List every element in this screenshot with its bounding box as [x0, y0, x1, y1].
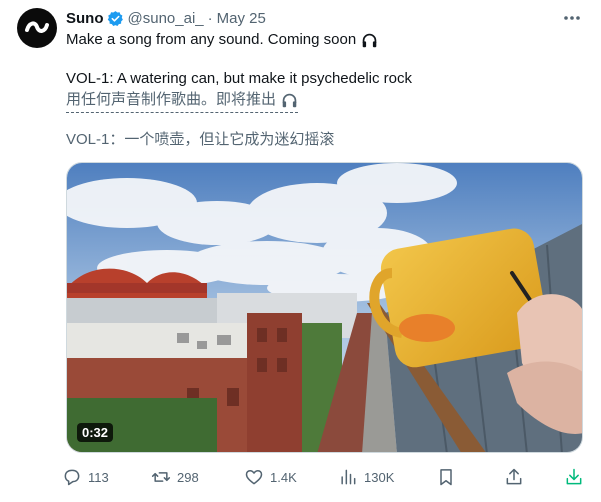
- reply-count: 113: [88, 469, 109, 485]
- more-icon: [564, 16, 580, 20]
- tweet-text-2: VOL-1: A watering can, but make it psych…: [66, 70, 413, 87]
- like-count: 1.4K: [270, 469, 297, 485]
- headphones-icon: [361, 32, 378, 49]
- translation-text-2: VOL-1：一个喷壶，但让它成为迷幻摇滚: [66, 131, 335, 148]
- suno-logo-icon: [25, 21, 49, 33]
- download-icon: [566, 468, 582, 485]
- author-handle[interactable]: @suno_ai_: [128, 10, 204, 27]
- views-icon: [341, 469, 356, 485]
- author-name[interactable]: Suno: [66, 10, 104, 27]
- bookmark-button[interactable]: [436, 463, 456, 491]
- tweet-text-1: Make a song from any sound. Coming soon: [66, 31, 357, 48]
- video-duration: 0:32: [77, 423, 114, 442]
- like-icon: [245, 470, 263, 485]
- view-count: 130K: [364, 469, 395, 485]
- retweet-count: 298: [177, 469, 199, 485]
- action-bar: 113 298 1.4K 130K: [62, 463, 588, 491]
- share-icon: [506, 468, 522, 485]
- tweet-date[interactable]: May 25: [217, 10, 266, 27]
- headphones-icon: [281, 92, 298, 109]
- video-thumbnail: [67, 163, 582, 452]
- like-button[interactable]: 1.4K: [244, 463, 297, 491]
- verified-badge-icon: [107, 10, 124, 27]
- tweet: Suno @suno_ai_ · May 25 Make a song from…: [0, 0, 601, 502]
- tweet-text-line-1: Make a song from any sound. Coming soon: [66, 30, 378, 50]
- download-button[interactable]: [564, 463, 584, 491]
- translation-line-1: 用任何声音制作歌曲。即将推出: [66, 90, 299, 113]
- tweet-header: Suno @suno_ai_ · May 25: [66, 8, 266, 28]
- reply-icon: [64, 469, 80, 486]
- bookmark-icon: [440, 469, 452, 486]
- translation-text-1: 用任何声音制作歌曲。即将推出: [66, 91, 277, 108]
- separator-dot: ·: [207, 9, 213, 27]
- more-button[interactable]: [560, 6, 584, 30]
- avatar[interactable]: [17, 8, 57, 48]
- reply-button[interactable]: 113: [62, 463, 109, 491]
- share-button[interactable]: [504, 463, 524, 491]
- video-player[interactable]: 0:32: [66, 162, 583, 453]
- translation-line-2: VOL-1：一个喷壶，但让它成为迷幻摇滚: [66, 130, 334, 150]
- tweet-text-line-2: VOL-1: A watering can, but make it psych…: [66, 69, 412, 89]
- views-button[interactable]: 130K: [338, 463, 394, 491]
- retweet-icon: [151, 472, 171, 482]
- retweet-button[interactable]: 298: [151, 463, 199, 491]
